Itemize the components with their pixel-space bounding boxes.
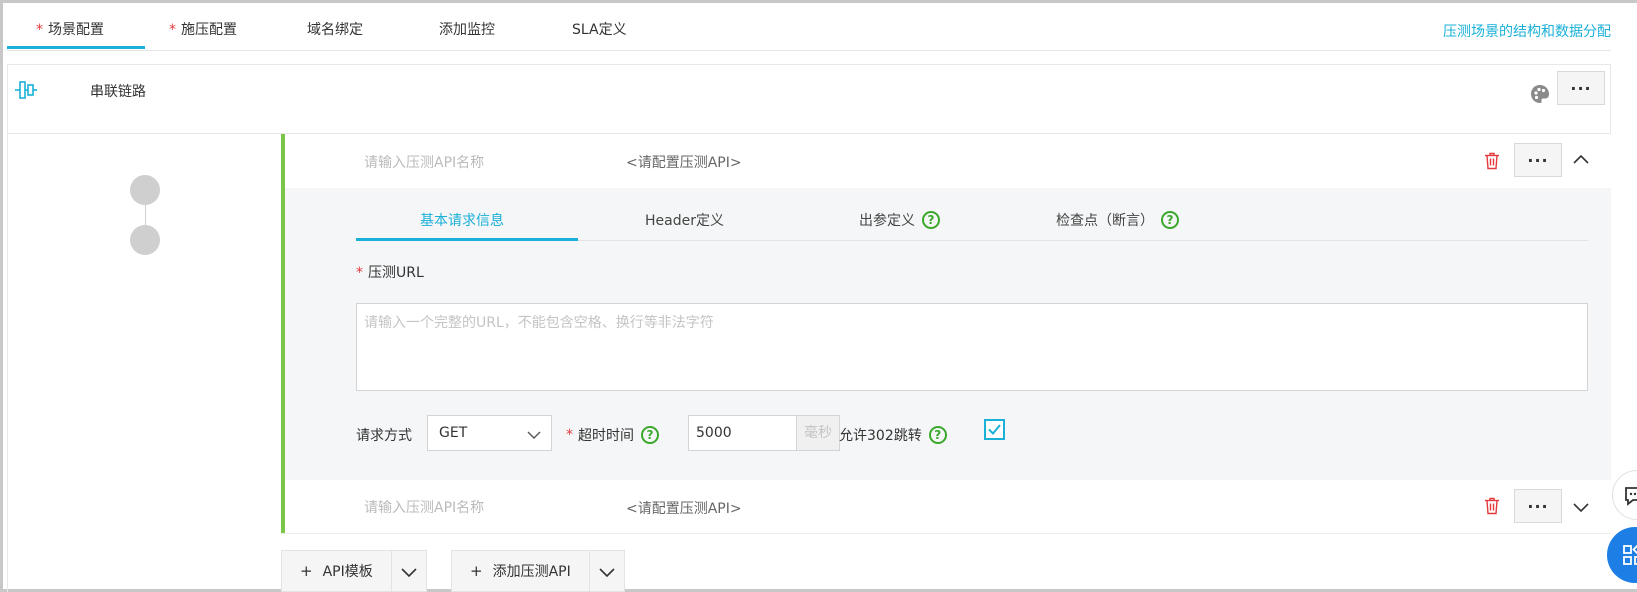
tab-scene-config[interactable]: * 场景配置 — [36, 19, 104, 39]
timeout-label: * 超时时间? — [566, 425, 659, 445]
chevron-up-icon[interactable] — [1572, 153, 1590, 165]
active-tab-indicator — [7, 46, 145, 49]
trash-icon[interactable] — [1484, 497, 1500, 515]
subtab-header-definition[interactable]: Header定义 — [645, 210, 724, 230]
method-value: GET — [439, 425, 468, 441]
api-more-button[interactable]: ··· — [1514, 143, 1562, 177]
chain-node-connector — [145, 205, 146, 227]
api-name-input[interactable]: 请输入压测API名称 — [364, 152, 484, 172]
api-template-button-group: + API模板 — [281, 550, 427, 592]
tab-add-monitor[interactable]: 添加监控 — [439, 19, 495, 39]
api-more-button[interactable]: ··· — [1514, 489, 1562, 523]
help-icon[interactable]: ? — [1161, 211, 1179, 229]
scene-structure-link[interactable]: 压测场景的结构和数据分配 — [1443, 21, 1611, 41]
check-icon — [988, 424, 1001, 435]
api-config-link[interactable]: <请配置压测API> — [626, 152, 742, 172]
add-api-dropdown[interactable] — [590, 551, 624, 591]
subtab-output-params[interactable]: 出参定义? — [859, 210, 940, 230]
url-label: * 压测URL — [356, 265, 424, 281]
subtab-checkpoint[interactable]: 检查点（断言）? — [1056, 210, 1179, 230]
redirect-label: 允许302跳转? — [839, 425, 947, 445]
url-placeholder: 请输入一个完整的URL，不能包含空格、换行等非法字符 — [364, 315, 714, 331]
chevron-down-icon — [527, 431, 541, 439]
api-detail-panel: 基本请求信息 Header定义 出参定义? 检查点（断言）? * 压测URL 请输… — [281, 188, 1611, 480]
chain-header: 串联链路 ··· — [7, 64, 1611, 134]
add-api-button-group: + 添加压测API — [451, 550, 625, 592]
tab-pressure-config[interactable]: * 施压配置 — [169, 19, 237, 39]
tab-domain-binding[interactable]: 域名绑定 — [307, 19, 363, 39]
add-api-button[interactable]: + 添加压测API — [452, 551, 590, 591]
apps-icon — [1623, 543, 1637, 565]
help-icon[interactable]: ? — [922, 211, 940, 229]
chain-node[interactable] — [130, 225, 160, 255]
method-label: 请求方式 — [356, 428, 412, 444]
url-textarea[interactable]: 请输入一个完整的URL，不能包含空格、换行等非法字符 — [356, 303, 1588, 391]
api-template-dropdown[interactable] — [392, 551, 426, 591]
tab-sla-definition[interactable]: SLA定义 — [572, 19, 627, 39]
api-status-bar — [281, 480, 285, 533]
api-row: 请输入压测API名称 <请配置压测API> ··· — [281, 480, 1611, 534]
chain-title: 串联链路 — [90, 84, 146, 100]
serial-chain-icon — [15, 81, 37, 99]
chat-icon — [1625, 487, 1637, 506]
api-status-bar — [281, 188, 285, 480]
timeout-unit: 毫秒 — [796, 415, 840, 451]
top-tabs: * 场景配置 * 施压配置 域名绑定 添加监控 SLA定义 压测场景的结构和数据分配 — [7, 0, 1611, 51]
chevron-down-icon[interactable] — [1572, 501, 1590, 513]
api-config-link[interactable]: <请配置压测API> — [626, 498, 742, 518]
api-name-input[interactable]: 请输入压测API名称 — [364, 497, 484, 517]
redirect-checkbox[interactable] — [984, 419, 1005, 440]
chevron-down-icon — [401, 568, 417, 578]
timeout-value: 5000 — [696, 425, 732, 441]
chevron-down-icon — [599, 568, 615, 578]
api-template-button[interactable]: + API模板 — [282, 551, 392, 591]
subtab-basic-request[interactable]: 基本请求信息 — [420, 210, 504, 230]
help-icon[interactable]: ? — [641, 426, 659, 444]
api-row: 请输入压测API名称 <请配置压测API> ··· — [281, 134, 1611, 188]
api-status-bar — [281, 134, 285, 188]
help-icon[interactable]: ? — [928, 426, 947, 444]
method-select[interactable]: GET — [427, 415, 552, 451]
chain-more-button[interactable]: ··· — [1557, 71, 1605, 105]
active-subtab-indicator — [356, 238, 578, 241]
palette-icon[interactable] — [1529, 83, 1551, 105]
detail-subtabs: 基本请求信息 Header定义 出参定义? 检查点（断言）? — [356, 188, 1588, 241]
trash-icon[interactable] — [1484, 152, 1500, 170]
chain-node[interactable] — [130, 175, 160, 205]
timeout-input[interactable]: 5000 — [688, 415, 797, 451]
